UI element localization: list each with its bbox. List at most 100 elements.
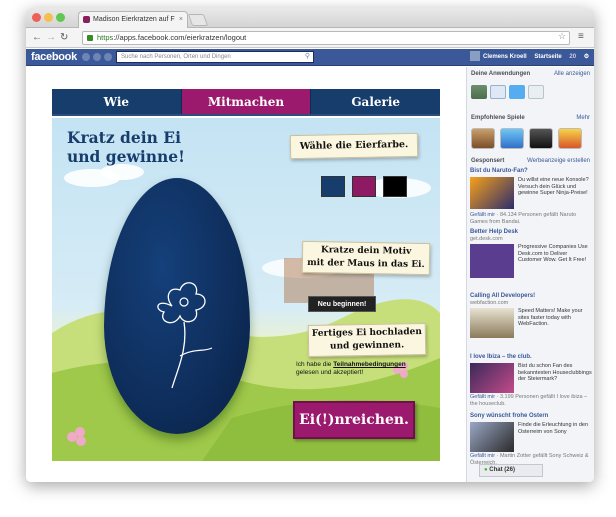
submit-egg-button[interactable]: Ei(!)nreichen. [293, 401, 415, 439]
user-name-link[interactable]: Clemens Kroell [483, 54, 527, 60]
terms-suffix: gelesen und akzeptiert! [296, 369, 364, 376]
settings-gear-icon[interactable]: ⚙ [584, 54, 589, 60]
ad-text: Bist du schon Fan des bekanntesten House… [518, 363, 592, 382]
ad-text: Speed Matters! Make your sites faster to… [518, 308, 583, 327]
right-sidebar: Deine Anwendungen Alle anzeigen Empfohle… [466, 67, 594, 482]
zoom-window-button[interactable] [56, 13, 65, 22]
ad-naruto[interactable]: Bist du Naruto-Fan? Du willst eine neue … [470, 168, 592, 225]
tab-title: Madison Eierkratzen auf F [93, 16, 175, 23]
scratched-flower-drawing [157, 282, 213, 389]
chat-label: Chat (26) [489, 467, 515, 473]
friend-requests-icon[interactable] [82, 53, 90, 61]
ad-like-line: Gefällt mir · 84.134 Personen gefällt Na… [470, 212, 592, 225]
step-3-line-1: Fertiges Ei hochladen [311, 327, 422, 339]
search-placeholder: Suche nach Personen, Orten und Dingen [121, 54, 231, 60]
apps-show-all-link[interactable]: Alle anzeigen [554, 71, 590, 77]
ad-title[interactable]: Sony wünscht frohe Ostern [470, 413, 592, 420]
lock-icon [87, 35, 93, 41]
ad-like-line: Gefällt mir · 3.199 Personen gefällt I l… [470, 394, 592, 407]
search-icon[interactable]: ⚲ [305, 52, 310, 62]
step-3-card: Fertiges Ei hochladen und gewinnen. [307, 322, 427, 358]
tab-gallery[interactable]: Galerie [311, 89, 440, 114]
chat-bar[interactable]: ● Chat (26) [479, 464, 543, 477]
facebook-top-bar: facebook Suche nach Personen, Orten und … [26, 49, 594, 66]
ad-subtitle: webfaction.com [470, 300, 509, 306]
minimize-window-button[interactable] [44, 13, 53, 22]
twitter-icon[interactable] [509, 85, 525, 99]
ad-title[interactable]: I love Ibiza – the club. [470, 354, 592, 361]
chat-status-icon: ● [484, 467, 488, 473]
ad-ibiza[interactable]: I love Ibiza – the club. Bist du schon F… [470, 354, 592, 408]
facebook-search-input[interactable]: Suche nach Personen, Orten und Dingen ⚲ [116, 51, 314, 63]
like-link[interactable]: Gefällt mir [470, 453, 495, 459]
forward-arrow-icon[interactable]: → [46, 31, 56, 45]
back-arrow-icon[interactable]: ← [32, 31, 42, 45]
headline-line-1: Kratz dein Ei [67, 128, 181, 147]
browser-toolbar: ← → ↻ https://apps.facebook.com/eierkrat… [26, 28, 594, 48]
ad-image[interactable] [470, 244, 514, 278]
tab-close-icon[interactable]: × [179, 12, 183, 27]
game-icon-2[interactable] [500, 128, 524, 149]
facebook-logo[interactable]: facebook [31, 50, 77, 65]
ad-text: Finde die Erleuchtung in den Osterreim v… [518, 422, 589, 435]
color-swatch-purple[interactable] [352, 176, 376, 197]
headline-line-2: und gewinne! [67, 147, 185, 166]
ad-subtitle: get.desk.com [470, 236, 503, 242]
games-heading: Empfohlene Spiele [471, 115, 525, 121]
terms-text: Ich habe die Teilnahmebedingungen gelese… [296, 361, 412, 377]
step-2-card: Kratze dein Motiv mit der Maus in das Ei… [301, 240, 431, 276]
apps-heading: Deine Anwendungen [471, 71, 531, 77]
like-link[interactable]: Gefällt mir [470, 394, 495, 400]
game-icon-1[interactable] [471, 128, 495, 149]
new-tab-button[interactable] [187, 14, 209, 26]
ad-title[interactable]: Better Help Desk [470, 229, 592, 236]
terms-prefix: Ich habe die [296, 361, 334, 368]
app-icon-2[interactable] [490, 85, 506, 99]
scratch-egg-canvas[interactable] [104, 178, 250, 434]
color-swatch-black[interactable] [383, 176, 407, 197]
address-bar[interactable]: https://apps.facebook.com/eierkratzen/lo… [82, 31, 570, 45]
avatar[interactable] [470, 51, 480, 62]
game-icon-4[interactable] [558, 128, 582, 149]
user-nav: Clemens Kroell Startseite 20 ⚙ [470, 51, 589, 63]
browser-tab[interactable]: Madison Eierkratzen auf F × [78, 11, 188, 28]
ad-title[interactable]: Bist du Naruto-Fan? [470, 168, 592, 175]
ad-webfaction[interactable]: Calling All Developers! webfaction.com S… [470, 293, 592, 343]
ad-image[interactable] [470, 422, 514, 452]
ad-text: Progressive Companies Use Desk.com to De… [518, 244, 588, 263]
ad-image[interactable] [470, 177, 514, 209]
app-nav: Wie funktioniert's? Mitmachen Galerie [52, 89, 440, 136]
ad-image[interactable] [470, 363, 514, 393]
like-link[interactable]: Gefällt mir [470, 212, 495, 218]
color-swatch-blue[interactable] [321, 176, 345, 197]
close-window-button[interactable] [32, 13, 41, 22]
tab-participate[interactable]: Mitmachen [181, 89, 312, 114]
menu-icon[interactable]: ≡ [578, 31, 584, 42]
app-icon-4[interactable] [528, 85, 544, 99]
tab-how-it-works[interactable]: Wie funktioniert's? [52, 89, 182, 136]
title-bar: Madison Eierkratzen auf F × [26, 8, 594, 28]
terms-link[interactable]: Teilnahmebedingungen [333, 361, 405, 368]
games-more-link[interactable]: Mehr [576, 115, 590, 121]
restart-button[interactable]: Neu beginnen! [308, 296, 376, 312]
tab-favicon-icon [83, 16, 90, 23]
ad-title[interactable]: Calling All Developers! [470, 293, 592, 300]
game-icon-3[interactable] [529, 128, 553, 149]
url-path: ://apps.facebook.com/eierkratzen/logout [113, 33, 247, 42]
page-content: Wie funktioniert's? Mitmachen Galerie [26, 67, 594, 482]
friends-counter[interactable]: 20 [569, 54, 576, 60]
home-link[interactable]: Startseite [534, 54, 561, 60]
app-scene: Kratz dein Ei und gewinne! Wähle die Eie… [52, 118, 440, 461]
headline: Kratz dein Ei und gewinne! [67, 128, 185, 166]
url-scheme: https [97, 33, 114, 42]
ad-desk[interactable]: Better Help Desk get.desk.com Progressiv… [470, 229, 592, 291]
messages-icon[interactable] [93, 53, 101, 61]
reload-icon[interactable]: ↻ [60, 31, 68, 45]
app-icon-1[interactable] [471, 85, 487, 99]
create-ad-link[interactable]: Werbeanzeige erstellen [527, 158, 590, 164]
notifications-icon[interactable] [104, 53, 112, 61]
ad-text: Du willst eine neue Konsole? Versuch dei… [518, 177, 589, 196]
ad-image[interactable] [470, 308, 514, 338]
egg-scratch-app: Wie funktioniert's? Mitmachen Galerie [52, 89, 440, 461]
bookmark-star-icon[interactable]: ☆ [558, 31, 566, 42]
